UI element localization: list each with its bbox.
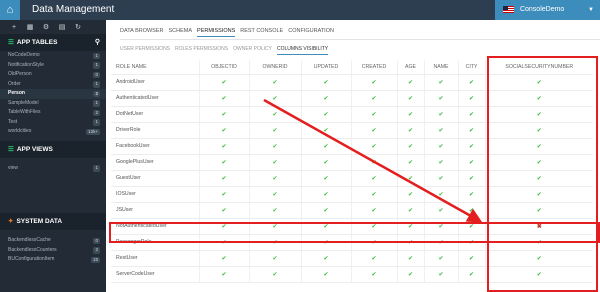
arrow-line (263, 98, 483, 223)
annotation-arrow (263, 98, 483, 223)
